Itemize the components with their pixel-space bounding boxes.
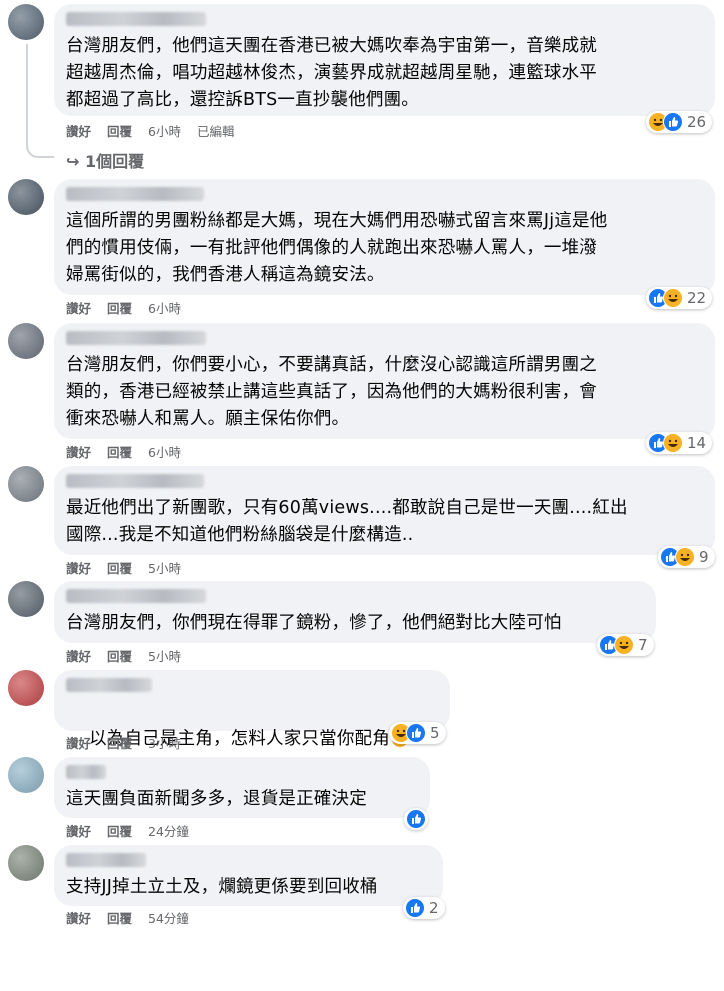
- reaction-summary[interactable]: 26: [646, 111, 713, 133]
- comment-actions: 讚好 回覆 24分鐘: [66, 821, 205, 840]
- haha-icon: [675, 547, 695, 567]
- reaction-count: 9: [699, 548, 709, 566]
- comment-text: 這天團負面新聞多多，退貨是正確決定: [66, 789, 367, 809]
- view-replies-link[interactable]: ↪ 1個回覆: [66, 148, 144, 172]
- avatar[interactable]: [8, 4, 44, 40]
- comment-actions: 讚好 回覆 6小時: [66, 298, 197, 317]
- avatar[interactable]: [8, 845, 44, 881]
- reply-button[interactable]: 回覆: [107, 121, 132, 140]
- like-button[interactable]: 讚好: [66, 558, 91, 577]
- reaction-count: 26: [687, 113, 707, 131]
- comment-bubble: 台灣朋友們，你們要小心，不要講真話，什麼沒心認識這所謂男團之 類的，香港已經被禁…: [54, 323, 715, 439]
- reaction-count: 5: [430, 724, 440, 742]
- comment-bubble: 以為自己是主角，怎料人家只當你配角: [54, 670, 450, 749]
- commenter-name[interactable]: [66, 474, 204, 488]
- reply-thread-line: [26, 44, 54, 158]
- comment-bubble: 這天團負面新聞多多，退貨是正確決定: [54, 757, 430, 818]
- comment-bubble: 支持JJ掉土立土及，爛鏡更係要到回收桶: [54, 845, 443, 906]
- commenter-name[interactable]: [66, 678, 152, 692]
- comment-text: 台灣朋友們，你們要小心，不要講真話，什麼沒心認識這所謂男團之 類的，香港已經被禁…: [66, 355, 597, 429]
- like-button[interactable]: 讚好: [66, 908, 91, 927]
- reaction-summary[interactable]: 7: [597, 634, 654, 656]
- like-button[interactable]: 讚好: [66, 733, 91, 752]
- avatar[interactable]: [8, 466, 44, 502]
- haha-icon: [614, 635, 634, 655]
- reaction-summary[interactable]: 9: [658, 546, 715, 568]
- comment-timestamp[interactable]: 3小時: [148, 733, 181, 752]
- reply-button[interactable]: 回覆: [107, 298, 132, 317]
- like-icon: [406, 723, 426, 743]
- commenter-name[interactable]: [66, 589, 206, 603]
- reaction-summary[interactable]: 2: [403, 897, 445, 919]
- comment-timestamp[interactable]: 5小時: [148, 646, 181, 665]
- comment-actions: 讚好 回覆 5小時: [66, 558, 197, 577]
- comment-text: 這個所謂的男團粉絲都是大媽，現在大媽們用恐嚇式留言來罵Jj這是他 們的慣用伎倆，…: [66, 211, 608, 285]
- comment-actions: 讚好 回覆 6小時: [66, 442, 197, 461]
- reaction-summary[interactable]: [404, 808, 428, 830]
- comment-text: 台灣朋友們，你們現在得罪了鏡粉，慘了，他們絕對比大陸可怕: [66, 613, 562, 633]
- avatar[interactable]: [8, 670, 44, 706]
- comment-bubble: 台灣朋友們，他們這天團在香港已被大媽吹奉為宇宙第一，音樂成就 超越周杰倫，唱功超…: [54, 4, 715, 116]
- comment-text: 最近他們出了新團歌，只有60萬views....都敢說自己是世一天團....紅出…: [66, 498, 628, 545]
- reaction-summary[interactable]: 14: [646, 432, 713, 454]
- reply-button[interactable]: 回覆: [107, 558, 132, 577]
- reply-button[interactable]: 回覆: [107, 821, 132, 840]
- comment-bubble: 這個所謂的男團粉絲都是大媽，現在大媽們用恐嚇式留言來罵Jj這是他 們的慣用伎倆，…: [54, 179, 715, 295]
- comment-timestamp[interactable]: 5小時: [148, 558, 181, 577]
- reaction-count: 7: [638, 636, 648, 654]
- comment-text: 支持JJ掉土立土及，爛鏡更係要到回收桶: [66, 877, 378, 897]
- edited-label: 已編輯: [196, 123, 235, 139]
- avatar[interactable]: [8, 179, 44, 215]
- comment-timestamp[interactable]: 54分鐘: [148, 908, 189, 927]
- avatar[interactable]: [8, 323, 44, 359]
- reply-button[interactable]: 回覆: [107, 646, 132, 665]
- comment-timestamp[interactable]: 6小時: [148, 121, 181, 140]
- reaction-count: 14: [687, 434, 707, 452]
- comment-timestamp[interactable]: 6小時: [148, 442, 181, 461]
- haha-icon: [663, 288, 683, 308]
- reaction-summary[interactable]: 5: [389, 722, 446, 744]
- comment-text: 台灣朋友們，他們這天團在香港已被大媽吹奉為宇宙第一，音樂成就 超越周杰倫，唱功超…: [66, 36, 597, 110]
- reply-button[interactable]: 回覆: [107, 733, 132, 752]
- like-icon: [405, 898, 425, 918]
- like-button[interactable]: 讚好: [66, 821, 91, 840]
- like-icon: [406, 809, 426, 829]
- comment-actions: 讚好 回覆 3小時: [66, 733, 197, 752]
- avatar[interactable]: [8, 757, 44, 793]
- like-button[interactable]: 讚好: [66, 646, 91, 665]
- reply-button[interactable]: 回覆: [107, 442, 132, 461]
- comment-actions: 讚好 回覆 6小時 已編輯: [66, 121, 251, 140]
- like-icon: [663, 112, 683, 132]
- comment-timestamp[interactable]: 24分鐘: [148, 821, 189, 840]
- like-button[interactable]: 讚好: [66, 121, 91, 140]
- commenter-name[interactable]: [66, 853, 146, 867]
- comment-bubble: 最近他們出了新團歌，只有60萬views....都敢說自己是世一天團....紅出…: [54, 466, 715, 555]
- comment-actions: 讚好 回覆 5小時: [66, 646, 197, 665]
- reaction-count: 2: [429, 899, 439, 917]
- commenter-name[interactable]: [66, 765, 106, 779]
- reaction-summary[interactable]: 22: [646, 287, 713, 309]
- commenter-name[interactable]: [66, 12, 206, 26]
- reply-button[interactable]: 回覆: [107, 908, 132, 927]
- avatar[interactable]: [8, 581, 44, 617]
- comment-actions: 讚好 回覆 54分鐘: [66, 908, 205, 927]
- commenter-name[interactable]: [66, 187, 204, 201]
- comment-bubble: 台灣朋友們，你們現在得罪了鏡粉，慘了，他們絕對比大陸可怕: [54, 581, 656, 643]
- like-button[interactable]: 讚好: [66, 442, 91, 461]
- commenter-name[interactable]: [66, 331, 206, 345]
- comment-timestamp[interactable]: 6小時: [148, 298, 181, 317]
- reaction-count: 22: [687, 289, 707, 307]
- like-button[interactable]: 讚好: [66, 298, 91, 317]
- haha-icon: [663, 433, 683, 453]
